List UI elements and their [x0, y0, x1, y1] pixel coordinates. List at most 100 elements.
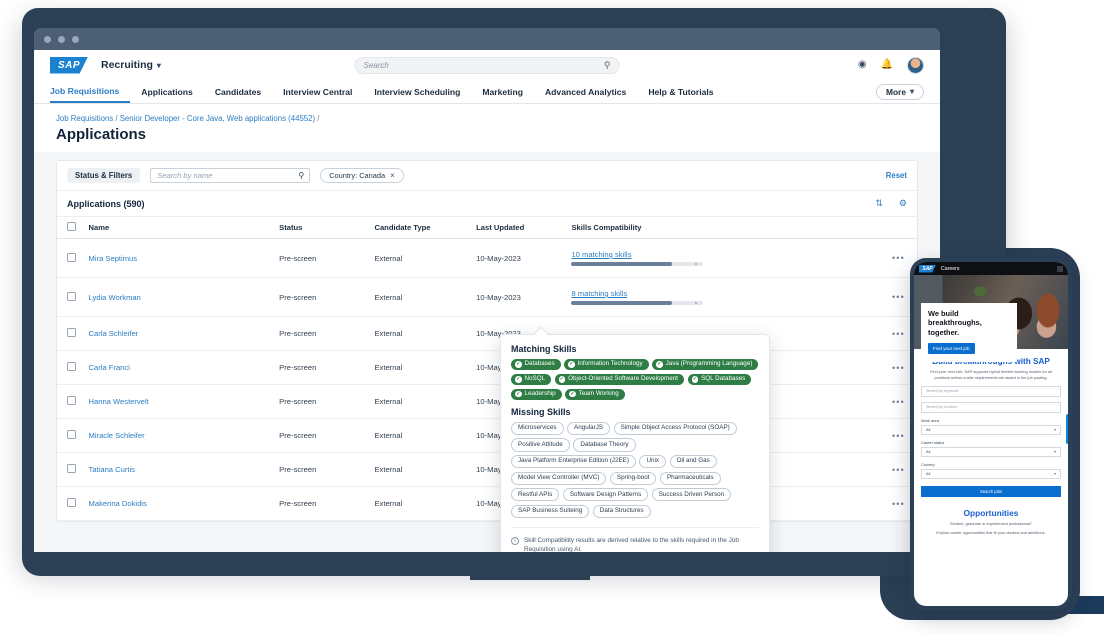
browser-window: SAP Recruiting ▾ Search ⚲ ◉ 🔔 [34, 28, 940, 552]
candidate-name-link[interactable]: Tatiana Curtis [89, 465, 135, 474]
table-row[interactable]: Tatiana CurtisPre-screenExternal10-May-2… [57, 453, 917, 487]
missing-skills-list: MicroservicesAngularJSSimple Object Acce… [511, 422, 759, 518]
missing-skill-tag: Database Theory [573, 438, 635, 451]
keyword-search-input[interactable]: Search by keyword [921, 386, 1061, 397]
location-search-input[interactable]: Search by location [921, 402, 1061, 413]
tab-advanced-analytics[interactable]: Advanced Analytics [534, 80, 637, 103]
tab-help-tutorials[interactable]: Help & Tutorials [637, 80, 724, 103]
more-button[interactable]: More ▾ [876, 84, 924, 100]
row-checkbox[interactable] [67, 396, 76, 405]
global-search-input[interactable]: Search ⚲ [355, 57, 620, 74]
support-icon[interactable]: ◉ [858, 60, 867, 70]
breadcrumb-link-requisition[interactable]: Senior Developer - Core Java, Web applic… [120, 114, 315, 123]
hero-title: We build breakthroughs, together. [928, 309, 1010, 337]
table-row[interactable]: Miracle SchleiferPre-screenExternal10-Ma… [57, 419, 917, 453]
last-updated-cell: 10-May-2023 [472, 278, 567, 317]
module-switcher[interactable]: Recruiting ▾ [101, 59, 161, 71]
check-icon: ✓ [656, 361, 663, 368]
skills-link[interactable]: 10 matching skills [571, 250, 870, 259]
matching-skill-tag: ✓Databases [511, 359, 561, 370]
table-row[interactable]: Carla SchleiferPre-screenExternal10-May-… [57, 317, 917, 351]
reset-link[interactable]: Reset [886, 171, 907, 180]
candidate-name-link[interactable]: Miracle Schleifer [89, 431, 145, 440]
applications-table: Name Status Candidate Type Last Updated … [57, 217, 917, 521]
search-by-name-placeholder: Search by name [157, 171, 212, 180]
tab-candidates[interactable]: Candidates [204, 80, 272, 103]
opportunities-line-1: Student, graduate or experienced profess… [921, 521, 1061, 527]
breadcrumb-link-requisitions[interactable]: Job Requisitions [56, 114, 113, 123]
chevron-down-icon: ▾ [1054, 427, 1056, 432]
sap-logo[interactable]: SAP [919, 265, 936, 273]
phone-hero-banner: We build breakthroughs, together. Find y… [914, 275, 1068, 349]
row-checkbox[interactable] [67, 253, 76, 262]
scene: SAP Recruiting ▾ Search ⚲ ◉ 🔔 [0, 0, 1104, 634]
chevron-down-icon: ▾ [1054, 471, 1056, 476]
close-icon[interactable]: × [390, 171, 395, 180]
bell-icon[interactable]: 🔔 [881, 60, 893, 70]
sort-icon[interactable]: ⇅ [875, 198, 883, 209]
applications-panel: Status & Filters Search by name ⚲ Countr… [56, 160, 918, 522]
candidate-name-link[interactable]: Makenna Dokidis [89, 499, 147, 508]
status-and-filters-button[interactable]: Status & Filters [67, 168, 140, 183]
last-updated-cell: 10-May-2023 [472, 239, 567, 278]
table-row[interactable]: Hanna WesterveltPre-screenExternal10-May… [57, 385, 917, 419]
hamburger-menu-icon[interactable] [1057, 266, 1063, 272]
avatar[interactable] [907, 57, 924, 74]
table-body: Mira SeptimusPre-screenExternal10-May-20… [57, 239, 917, 521]
filter-pill-country[interactable]: Country: Canada × [320, 168, 404, 183]
window-close-dot[interactable] [44, 36, 51, 43]
check-icon: ✓ [515, 391, 522, 398]
find-next-job-button[interactable]: Find your next job [928, 343, 975, 354]
table-row[interactable]: Mira SeptimusPre-screenExternal10-May-20… [57, 239, 917, 278]
candidate-name-link[interactable]: Carla Schleifer [89, 329, 139, 338]
matching-skill-label: Team Working [579, 391, 619, 397]
table-settings-icon[interactable]: ⚙ [899, 198, 907, 209]
column-header-candidate-type[interactable]: Candidate Type [370, 217, 472, 239]
search-by-name-input[interactable]: Search by name ⚲ [150, 168, 310, 183]
column-header-name[interactable]: Name [85, 217, 276, 239]
select-all-header [57, 217, 85, 239]
row-checkbox[interactable] [67, 292, 76, 301]
row-checkbox[interactable] [67, 362, 76, 371]
row-checkbox[interactable] [67, 430, 76, 439]
missing-skill-tag: Unix [639, 455, 666, 468]
matching-skill-label: Object-Oriented Software Development [568, 376, 678, 382]
table-row[interactable]: Carla FranciPre-screenExternal10-May-202… [57, 351, 917, 385]
column-header-last-updated[interactable]: Last Updated [472, 217, 567, 239]
window-maximize-dot[interactable] [72, 36, 79, 43]
row-checkbox[interactable] [67, 464, 76, 473]
chat-tab[interactable]: Chat [1066, 414, 1068, 444]
tab-job-requisitions[interactable]: Job Requisitions [50, 80, 130, 103]
row-checkbox[interactable] [67, 328, 76, 337]
career-status-select[interactable]: All ▾ [921, 447, 1061, 457]
search-jobs-button[interactable]: Search jobs [921, 486, 1061, 497]
work-area-select[interactable]: All ▾ [921, 425, 1061, 435]
candidate-name-link[interactable]: Mira Septimus [89, 254, 138, 263]
matching-skill-label: SQL Databases [701, 376, 745, 382]
tab-applications[interactable]: Applications [130, 80, 204, 103]
row-checkbox[interactable] [67, 498, 76, 507]
select-all-checkbox[interactable] [67, 222, 76, 231]
tab-interview-scheduling[interactable]: Interview Scheduling [363, 80, 471, 103]
tab-interview-central[interactable]: Interview Central [272, 80, 363, 103]
progress-target-marker [695, 263, 697, 265]
chevron-down-icon: ▾ [157, 61, 161, 70]
country-select[interactable]: All ▾ [921, 469, 1061, 479]
tab-marketing[interactable]: Marketing [471, 80, 534, 103]
candidate-name-link[interactable]: Carla Franci [89, 363, 130, 372]
column-header-status[interactable]: Status [275, 217, 370, 239]
skills-link[interactable]: 8 matching skills [571, 289, 870, 298]
table-row[interactable]: Lydia WorkmanPre-screenExternal10-May-20… [57, 278, 917, 317]
window-minimize-dot[interactable] [58, 36, 65, 43]
column-header-skills-compatibility[interactable]: Skills Compatibility [567, 217, 874, 239]
candidate-name-link[interactable]: Lydia Workman [89, 293, 141, 302]
career-status-value: All [926, 449, 930, 454]
phone-device: SAP Careers We build breakthroughs, toge… [910, 258, 1072, 610]
phone-header: SAP Careers [914, 262, 1068, 275]
table-row[interactable]: Makenna DokidisPre-screenExternal10-May-… [57, 487, 917, 521]
status-cell: Pre-screen [275, 351, 370, 385]
check-icon: ✓ [692, 376, 699, 383]
candidate-name-link[interactable]: Hanna Westervelt [89, 397, 149, 406]
sap-logo[interactable]: SAP [50, 57, 88, 74]
status-cell: Pre-screen [275, 385, 370, 419]
